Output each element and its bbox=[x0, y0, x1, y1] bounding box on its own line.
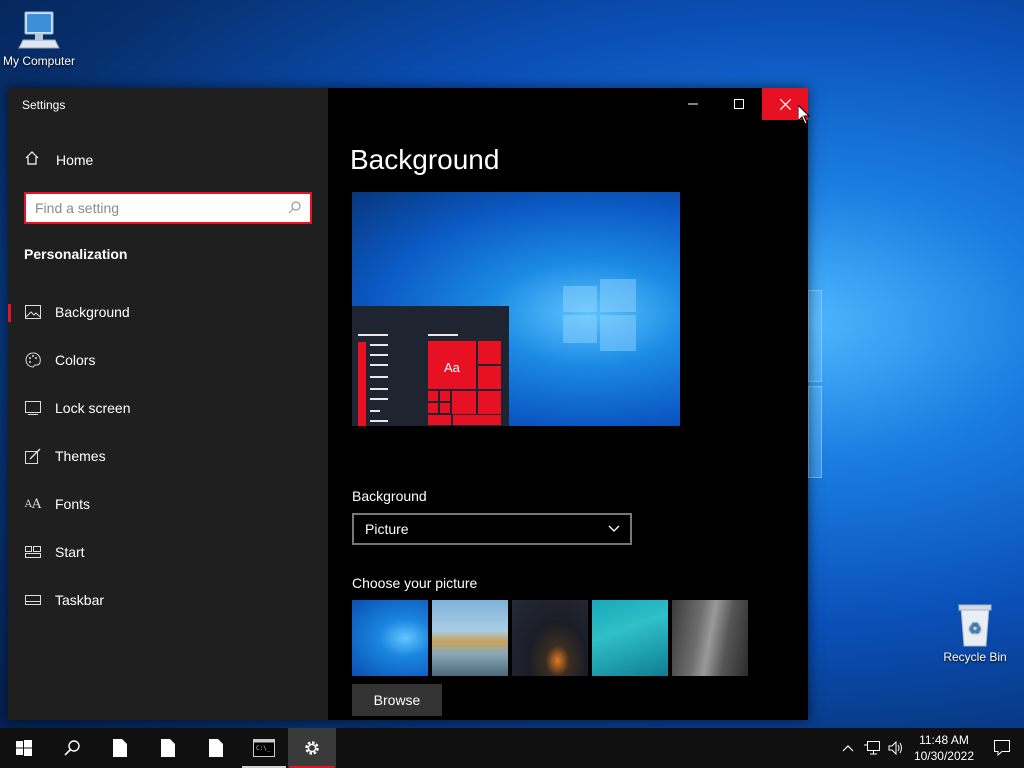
home-icon bbox=[24, 150, 44, 169]
fonts-icon: AA bbox=[24, 496, 42, 512]
search-box[interactable] bbox=[24, 192, 312, 224]
main-content: Background Aa Background Picture Choose … bbox=[328, 88, 808, 720]
picture-thumb-underwater[interactable] bbox=[592, 600, 668, 676]
action-center-button[interactable] bbox=[980, 728, 1024, 768]
sidebar-item-background[interactable]: Background bbox=[8, 288, 328, 336]
show-hidden-icons-button[interactable] bbox=[836, 728, 860, 768]
taskbar-icon bbox=[24, 592, 42, 608]
background-dropdown[interactable]: Picture bbox=[352, 513, 632, 545]
sidebar-item-fonts[interactable]: AA Fonts bbox=[8, 480, 328, 528]
desktop-icon-my-computer[interactable]: My Computer bbox=[0, 8, 84, 68]
picture-gallery bbox=[352, 600, 748, 676]
picture-thumb-beach[interactable] bbox=[432, 600, 508, 676]
choose-picture-label: Choose your picture bbox=[352, 575, 478, 591]
sidebar-item-start[interactable]: Start bbox=[8, 528, 328, 576]
window-title: Settings bbox=[22, 98, 66, 112]
file-icon bbox=[161, 739, 175, 757]
svg-text:♻: ♻ bbox=[968, 619, 981, 637]
sidebar: Settings Home Personalization Background bbox=[8, 88, 328, 720]
wallpaper-logo-pane bbox=[808, 290, 822, 382]
taskbar-file-button[interactable] bbox=[96, 728, 144, 768]
background-preview: Aa bbox=[352, 192, 680, 426]
sidebar-item-themes[interactable]: Themes bbox=[8, 432, 328, 480]
sidebar-item-lock-screen[interactable]: Lock screen bbox=[8, 384, 328, 432]
recycle-bin-icon: ♻ bbox=[958, 604, 992, 647]
themes-brush-icon bbox=[24, 448, 42, 464]
taskbar-search-button[interactable] bbox=[48, 728, 96, 768]
preview-tile-text: Aa bbox=[444, 360, 460, 375]
clock[interactable]: 11:48 AM 10/30/2022 bbox=[908, 732, 980, 764]
sidebar-item-label: Fonts bbox=[55, 496, 91, 512]
dropdown-value: Picture bbox=[365, 521, 409, 537]
start-icon bbox=[16, 740, 32, 756]
settings-gear-icon bbox=[305, 741, 319, 755]
volume-icon bbox=[888, 741, 902, 755]
lock-screen-icon bbox=[24, 400, 42, 416]
desktop-icon-recycle-bin[interactable]: ♻ Recycle Bin bbox=[930, 602, 1020, 664]
sidebar-item-taskbar[interactable]: Taskbar bbox=[8, 576, 328, 624]
start-layout-icon bbox=[24, 544, 42, 560]
notification-icon bbox=[994, 740, 1010, 756]
preview-start-menu bbox=[352, 306, 509, 426]
picture-thumb-night-sky[interactable] bbox=[512, 600, 588, 676]
picture-thumb-windows[interactable] bbox=[352, 600, 428, 676]
chevron-up-icon bbox=[842, 745, 854, 752]
search-input[interactable] bbox=[26, 194, 276, 222]
mouse-cursor-icon bbox=[798, 105, 810, 125]
sidebar-item-label: Themes bbox=[55, 448, 106, 464]
sidebar-item-colors[interactable]: Colors bbox=[8, 336, 328, 384]
start-button[interactable] bbox=[0, 728, 48, 768]
sidebar-home-link[interactable]: Home bbox=[24, 150, 93, 169]
desktop-icon-label: My Computer bbox=[2, 54, 76, 68]
home-label: Home bbox=[56, 151, 94, 168]
wallpaper-logo-pane bbox=[808, 386, 822, 478]
picture-thumb-cliff[interactable] bbox=[672, 600, 748, 676]
file-icon bbox=[209, 739, 223, 757]
background-label: Background bbox=[352, 488, 427, 504]
terminal-icon: C:\_ bbox=[253, 739, 275, 757]
network-icon bbox=[863, 741, 880, 755]
browse-button[interactable]: Browse bbox=[352, 684, 442, 716]
settings-window: Settings Home Personalization Background bbox=[8, 88, 808, 720]
sidebar-item-label: Background bbox=[55, 304, 130, 320]
palette-icon bbox=[24, 352, 42, 368]
taskbar-file-button[interactable] bbox=[192, 728, 240, 768]
desktop-icon-label: Recycle Bin bbox=[943, 650, 1007, 664]
preview-logo-pane bbox=[600, 315, 636, 351]
preview-logo-pane bbox=[563, 315, 597, 343]
preview-logo-pane bbox=[600, 279, 636, 312]
section-title: Personalization bbox=[24, 246, 128, 262]
computer-icon bbox=[18, 11, 60, 49]
page-title: Background bbox=[350, 144, 500, 175]
sidebar-item-label: Colors bbox=[55, 352, 96, 368]
preview-logo-pane bbox=[563, 286, 597, 312]
sidebar-item-label: Start bbox=[55, 544, 85, 560]
picture-icon bbox=[24, 304, 42, 320]
system-tray: 11:48 AM 10/30/2022 bbox=[836, 728, 1024, 768]
volume-button[interactable] bbox=[884, 728, 908, 768]
clock-date: 10/30/2022 bbox=[913, 749, 974, 763]
svg-text:C:\_: C:\_ bbox=[256, 745, 271, 752]
sidebar-item-label: Lock screen bbox=[55, 400, 131, 416]
search-icon bbox=[288, 200, 302, 217]
search-icon bbox=[64, 740, 80, 756]
sidebar-nav: Background Colors Lock screen Themes A A… bbox=[8, 288, 328, 624]
sidebar-item-label: Taskbar bbox=[55, 592, 105, 608]
taskbar: C:\_ 11:48 AM 10/30/2022 bbox=[0, 728, 1024, 768]
taskbar-settings-button[interactable] bbox=[288, 728, 336, 768]
file-icon bbox=[113, 739, 127, 757]
clock-time: 11:48 AM bbox=[919, 733, 969, 747]
network-button[interactable] bbox=[860, 728, 884, 768]
taskbar-terminal-button[interactable]: C:\_ bbox=[240, 728, 288, 768]
taskbar-file-button[interactable] bbox=[144, 728, 192, 768]
chevron-down-icon bbox=[608, 525, 620, 532]
